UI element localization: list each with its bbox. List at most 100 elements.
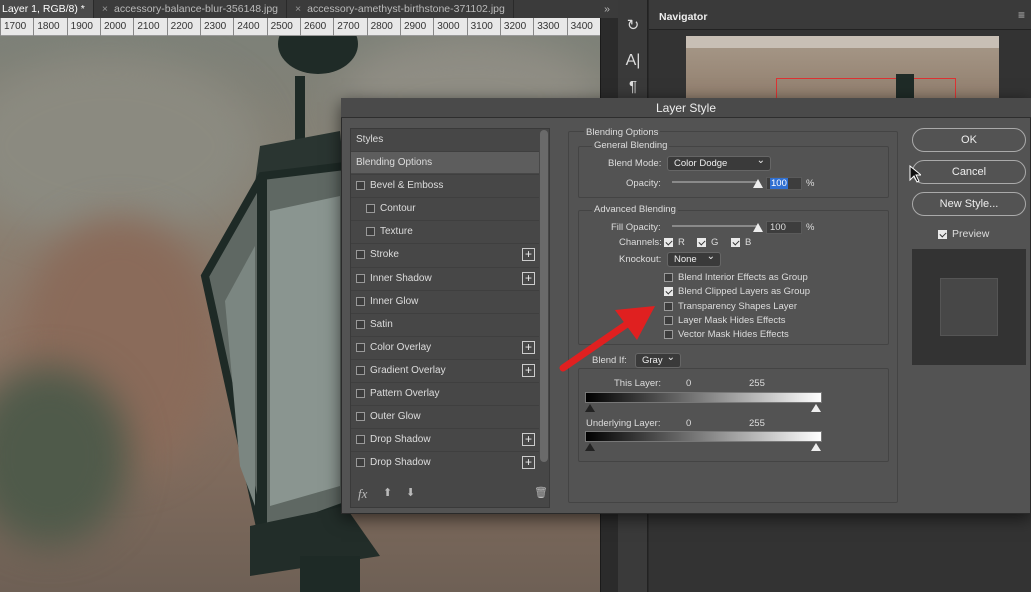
add-effect-icon[interactable]: + xyxy=(522,433,535,447)
style-item-drop-shadow[interactable]: Drop Shadow + xyxy=(351,428,539,450)
option-layer-mask-hides-effects[interactable]: Layer Mask Hides Effects xyxy=(664,315,786,326)
checkbox-box[interactable] xyxy=(366,227,375,237)
option-blend-clipped-layers-as-group[interactable]: Blend Clipped Layers as Group xyxy=(664,286,810,297)
style-item-label: Contour xyxy=(380,203,416,215)
style-item-pattern-overlay[interactable]: Pattern Overlay xyxy=(351,382,539,404)
style-item-texture[interactable]: Texture xyxy=(351,220,539,242)
document-tab[interactable]: × accessory-amethyst-birthstone-371102.jp… xyxy=(287,0,514,18)
character-icon[interactable]: A| xyxy=(625,52,641,69)
dialog-title: Layer Style xyxy=(341,98,1031,118)
styles-list-scrollbar[interactable] xyxy=(540,130,548,462)
checkbox-label: Vector Mask Hides Effects xyxy=(678,329,789,341)
style-item-contour[interactable]: Contour xyxy=(351,197,539,219)
knockout-label: Knockout: xyxy=(619,254,662,265)
style-item-inner-glow[interactable]: Inner Glow xyxy=(351,289,539,312)
cancel-button[interactable]: Cancel xyxy=(912,160,1026,184)
channel-r-checkbox[interactable]: R xyxy=(664,237,685,248)
opacity-slider-thumb[interactable] xyxy=(753,179,763,188)
ruler-tick: 2500 xyxy=(266,17,300,36)
channel-g-checkbox[interactable]: G xyxy=(697,237,718,248)
paragraph-icon[interactable]: ¶ xyxy=(625,78,641,95)
move-up-icon[interactable]: ⬆ xyxy=(383,486,392,499)
add-effect-icon[interactable]: + xyxy=(522,248,535,262)
fill-opacity-slider[interactable] xyxy=(672,225,758,227)
fill-opacity-input[interactable]: 100 xyxy=(766,221,802,234)
tab-label: accessory-amethyst-birthstone-371102.jpg xyxy=(307,3,505,15)
fill-opacity-slider-thumb[interactable] xyxy=(753,223,763,232)
style-item-outer-glow[interactable]: Outer Glow xyxy=(351,405,539,427)
checkbox-box[interactable] xyxy=(356,273,365,283)
add-effect-icon[interactable]: + xyxy=(522,271,535,285)
preview-checkbox[interactable]: Preview xyxy=(938,228,989,240)
add-effect-icon[interactable]: + xyxy=(522,363,535,377)
checkbox-box[interactable] xyxy=(356,412,365,422)
checkbox-box[interactable] xyxy=(356,389,365,398)
checkbox-label: Preview xyxy=(952,228,990,240)
underlying-layer-black-slider[interactable] xyxy=(585,443,595,451)
style-item-gradient-overlay[interactable]: Gradient Overlay + xyxy=(351,358,539,381)
checkbox-box[interactable] xyxy=(356,319,365,329)
document-tab[interactable]: Layer 1, RGB/8) * xyxy=(0,0,94,18)
checkbox-box[interactable] xyxy=(356,296,365,306)
add-effect-icon[interactable]: + xyxy=(522,340,535,354)
style-item-label: Blending Options xyxy=(356,157,433,168)
style-item-color-overlay[interactable]: Color Overlay + xyxy=(351,335,539,358)
style-item-stroke[interactable]: Stroke + xyxy=(351,243,539,265)
fx-menu-button[interactable]: fx xyxy=(358,486,367,502)
style-item-label: Outer Glow xyxy=(370,411,421,423)
checkbox-box[interactable] xyxy=(356,435,365,445)
panel-menu-icon[interactable]: ≡ xyxy=(1018,8,1025,22)
tab-overflow-button[interactable]: » xyxy=(596,0,618,18)
navigator-thumbnail[interactable] xyxy=(686,36,999,106)
style-item-blending-options[interactable]: Blending Options xyxy=(351,151,539,173)
channel-b-checkbox[interactable]: B xyxy=(731,237,751,248)
this-layer-white-slider[interactable] xyxy=(811,404,821,412)
ruler-tick: 2100 xyxy=(133,17,166,36)
ruler-tick: 3100 xyxy=(466,17,500,36)
style-item-label: Inner Glow xyxy=(370,295,419,307)
this-layer-max: 255 xyxy=(749,378,765,389)
style-item-satin[interactable]: Satin xyxy=(351,312,539,335)
this-layer-black-slider[interactable] xyxy=(585,404,595,412)
style-item-bevel-emboss[interactable]: Bevel & Emboss xyxy=(351,174,539,196)
blend-mode-select[interactable]: Color Dodge xyxy=(667,155,771,171)
opacity-input[interactable]: 100 xyxy=(766,177,802,190)
history-icon[interactable]: ↻ xyxy=(625,16,641,34)
style-item-label: Bevel & Emboss xyxy=(370,180,444,192)
trash-icon[interactable]: 🗑 xyxy=(534,486,548,499)
knockout-select[interactable]: None xyxy=(667,251,721,267)
underlying-layer-label: Underlying Layer: xyxy=(586,418,661,429)
styles-header[interactable]: Styles xyxy=(356,134,383,145)
document-tab[interactable]: × accessory-balance-blur-356148.jpg xyxy=(94,0,288,18)
navigator-tab[interactable]: Navigator xyxy=(659,11,707,23)
mouse-cursor-icon xyxy=(909,165,921,183)
opacity-slider[interactable] xyxy=(672,181,758,183)
checkbox-box[interactable] xyxy=(356,365,365,375)
style-item-inner-shadow[interactable]: Inner Shadow + xyxy=(351,266,539,289)
option-transparency-shapes-layer[interactable]: Transparency Shapes Layer xyxy=(664,301,797,312)
underlying-layer-white-slider[interactable] xyxy=(811,443,821,451)
blending-options-title: Blending Options xyxy=(584,127,661,138)
move-down-icon[interactable]: ⬇ xyxy=(406,486,415,499)
percent-sign: % xyxy=(806,178,815,189)
close-tab-icon[interactable]: × xyxy=(295,3,301,15)
option-blend-interior-effects-as-group[interactable]: Blend Interior Effects as Group xyxy=(664,272,808,283)
checkbox-box[interactable] xyxy=(356,250,365,260)
ruler-tick: 2200 xyxy=(166,17,200,36)
checkbox-box xyxy=(697,238,706,247)
checkbox-box[interactable] xyxy=(356,181,365,191)
style-preview-swatch xyxy=(912,249,1026,365)
style-item-drop-shadow[interactable]: Drop Shadow + xyxy=(351,451,539,473)
ruler-tick: 3300 xyxy=(533,17,566,36)
close-tab-icon[interactable]: × xyxy=(102,3,108,15)
option-vector-mask-hides-effects[interactable]: Vector Mask Hides Effects xyxy=(664,329,789,340)
checkbox-box[interactable] xyxy=(366,204,375,214)
add-effect-icon[interactable]: + xyxy=(522,456,535,470)
checkbox-box[interactable] xyxy=(356,342,365,352)
opacity-label: Opacity: xyxy=(626,178,661,189)
ok-button[interactable]: OK xyxy=(912,128,1026,152)
opacity-value: 100 xyxy=(770,178,788,189)
checkbox-box xyxy=(664,238,673,247)
new-style-button[interactable]: New Style... xyxy=(912,192,1026,216)
checkbox-box[interactable] xyxy=(356,458,365,468)
